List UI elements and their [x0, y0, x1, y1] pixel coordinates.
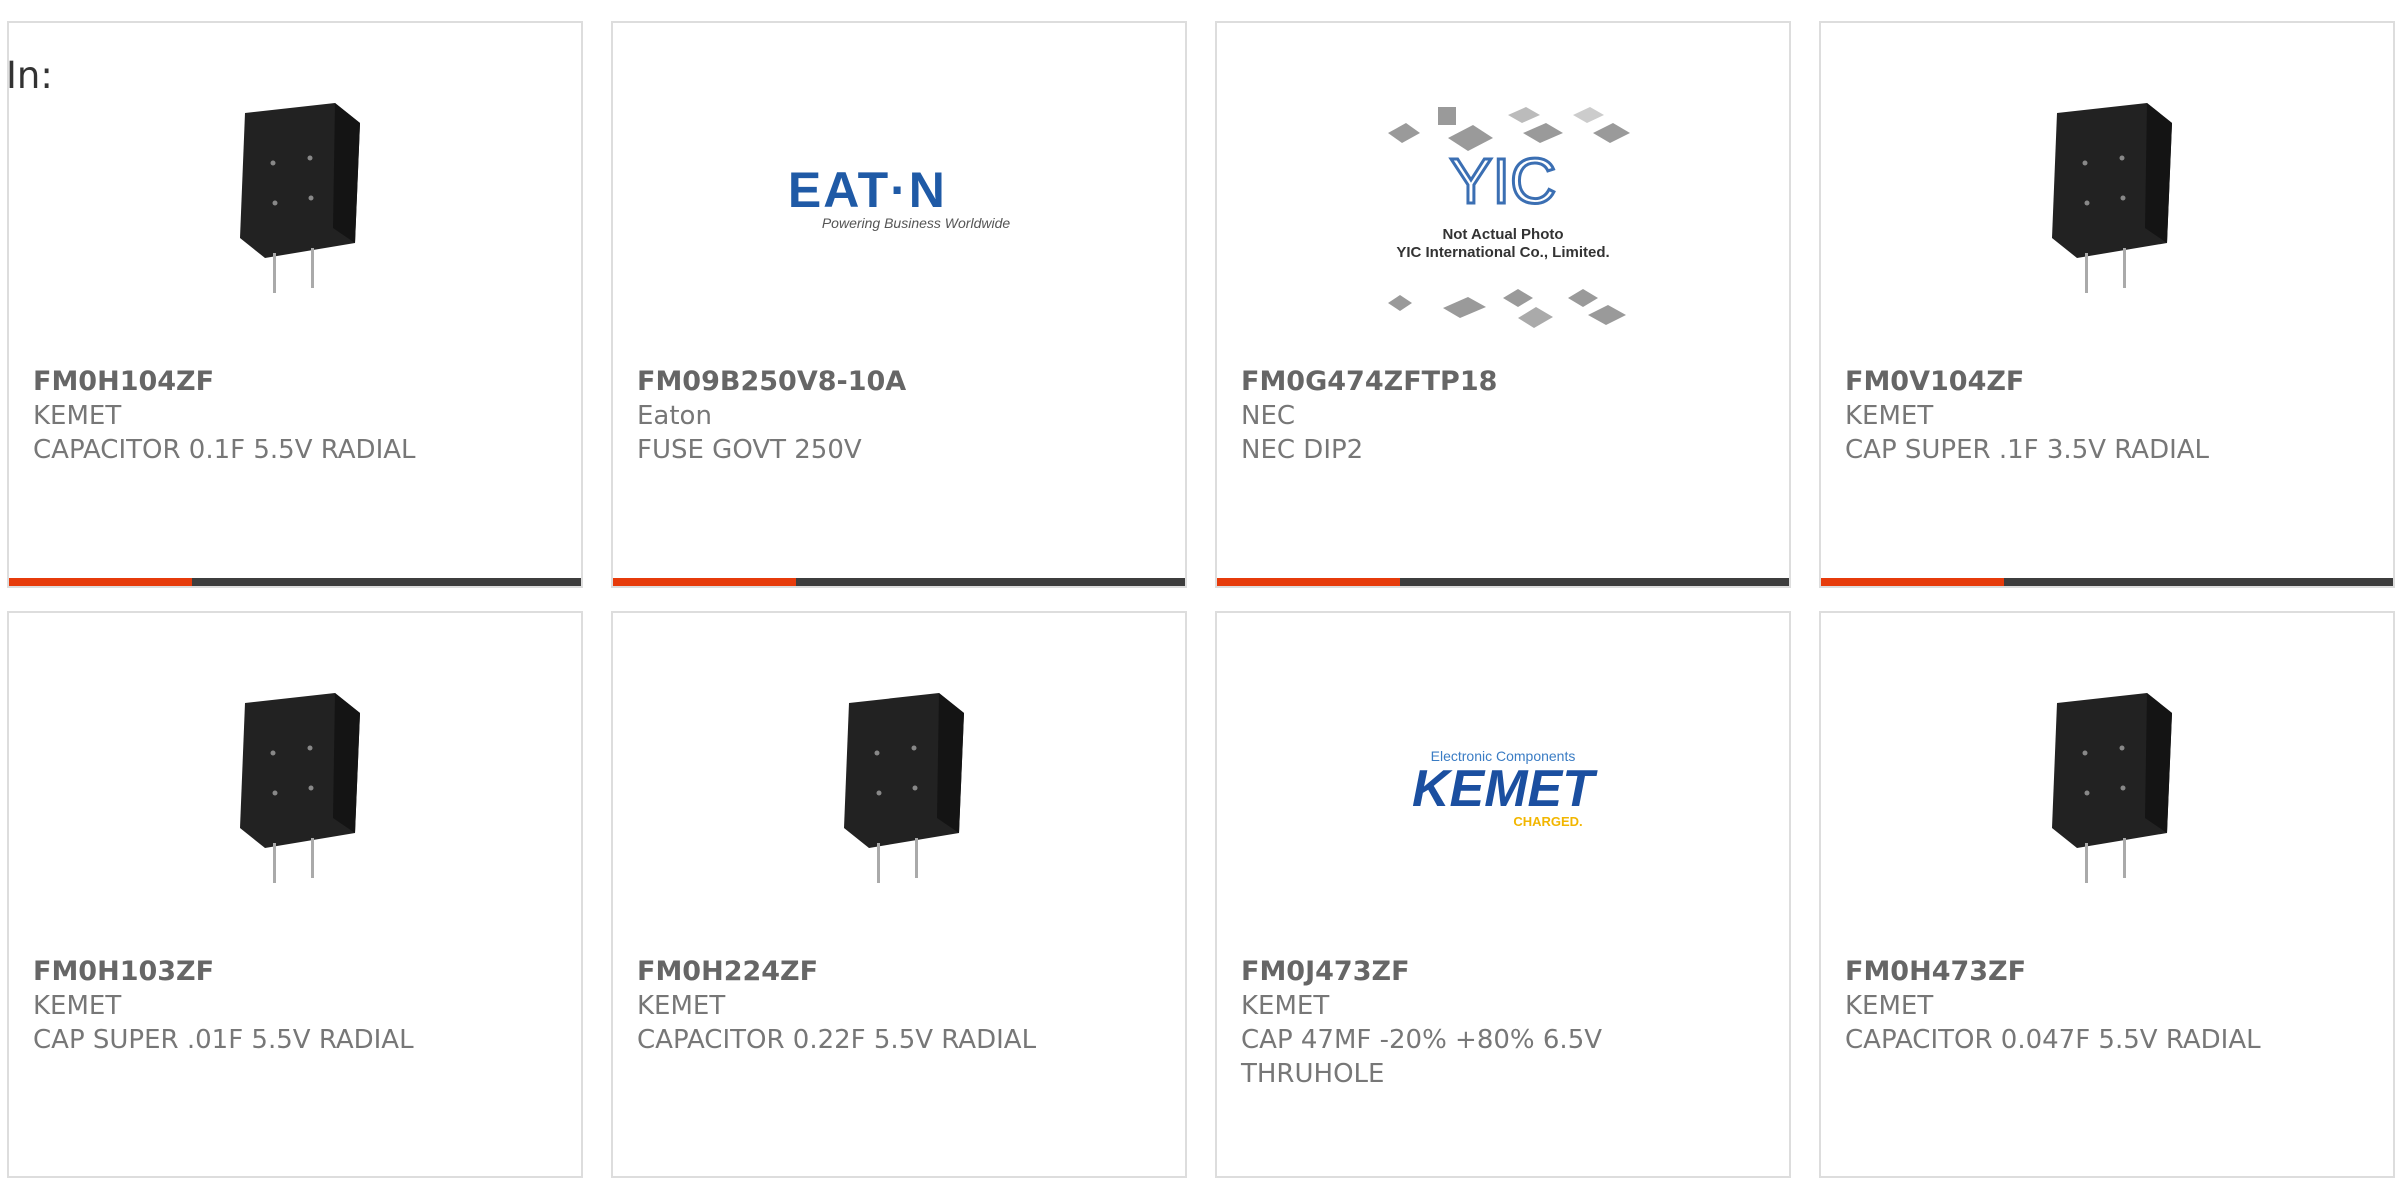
filter-label: In: [6, 54, 53, 97]
capacitor-image-icon [221, 97, 369, 297]
manufacturer: KEMET [1241, 991, 1330, 1021]
kemet-logo-icon: Electronic Components KEMET CHARGED. [1412, 748, 1594, 829]
description: CAPACITOR 0.1F 5.5V RADIAL [33, 435, 416, 465]
yic-placeholder-image-icon: YIC Not Actual Photo YIC International C… [1388, 107, 1630, 328]
card-bar [613, 578, 1185, 586]
part-number[interactable]: FM0G474ZFTP18 [1241, 365, 1769, 399]
product-image[interactable]: Electronic Components KEMET CHARGED. [1217, 663, 1789, 913]
manufacturer: Eaton [637, 401, 712, 431]
product-card[interactable]: FM0H104ZF KEMET CAPACITOR 0.1F 5.5V RADI… [7, 21, 583, 588]
product-card[interactable]: EAT·N Powering Business Worldwide FM09B2… [611, 21, 1187, 588]
part-number[interactable]: FM0H104ZF [33, 365, 561, 399]
manufacturer: KEMET [1845, 401, 1934, 431]
part-number[interactable]: FM0H473ZF [1845, 955, 2373, 989]
description: CAP 47MF -20% +80% 6.5V THRUHOLE [1241, 1025, 1603, 1089]
product-card[interactable]: Electronic Components KEMET CHARGED. FM0… [1215, 611, 1791, 1178]
product-image[interactable]: EAT·N Powering Business Worldwide [613, 73, 1185, 323]
description: CAP SUPER .1F 3.5V RADIAL [1845, 435, 2210, 465]
kemet-logo-text: KEMET [1412, 759, 1594, 818]
part-number[interactable]: FM0V104ZF [1845, 365, 2373, 399]
part-number[interactable]: FM0H224ZF [637, 955, 1165, 989]
yic-note-line1: Not Actual Photo [1442, 226, 1563, 243]
product-image[interactable] [1821, 73, 2393, 323]
product-card[interactable]: FM0H473ZF KEMET CAPACITOR 0.047F 5.5V RA… [1819, 611, 2395, 1178]
yic-logo-text: YIC [1450, 145, 1557, 217]
capacitor-image-icon [2033, 97, 2181, 297]
product-grid: FM0H104ZF KEMET CAPACITOR 0.1F 5.5V RADI… [0, 0, 2400, 1178]
product-image[interactable] [9, 73, 581, 323]
product-card[interactable]: FM0V104ZF KEMET CAP SUPER .1F 3.5V RADIA… [1819, 21, 2395, 588]
product-card[interactable]: YIC Not Actual Photo YIC International C… [1215, 21, 1791, 588]
part-number[interactable]: FM09B250V8-10A [637, 365, 1165, 399]
kemet-logo-bottom: CHARGED. [1513, 813, 1583, 829]
manufacturer: KEMET [1845, 991, 1934, 1021]
eaton-logo-icon: EAT·N Powering Business Worldwide [788, 165, 1010, 231]
description: NEC DIP2 [1241, 435, 1364, 465]
manufacturer: KEMET [33, 991, 122, 1021]
manufacturer: KEMET [637, 991, 726, 1021]
card-bar [9, 578, 581, 586]
product-image[interactable] [9, 663, 581, 913]
manufacturer: NEC [1241, 401, 1296, 431]
description: FUSE GOVT 250V [637, 435, 862, 465]
part-number[interactable]: FM0H103ZF [33, 955, 561, 989]
product-image[interactable]: YIC Not Actual Photo YIC International C… [1217, 103, 1789, 343]
capacitor-image-icon [2033, 687, 2181, 887]
capacitor-image-icon [825, 687, 973, 887]
product-card[interactable]: FM0H224ZF KEMET CAPACITOR 0.22F 5.5V RAD… [611, 611, 1187, 1178]
product-image[interactable] [613, 663, 1185, 913]
card-bar [1217, 578, 1789, 586]
eaton-tagline: Powering Business Worldwide [821, 215, 1011, 231]
description: CAPACITOR 0.047F 5.5V RADIAL [1845, 1025, 2261, 1055]
description: CAP SUPER .01F 5.5V RADIAL [33, 1025, 414, 1055]
capacitor-image-icon [221, 687, 369, 887]
part-number[interactable]: FM0J473ZF [1241, 955, 1769, 989]
eaton-logo-text: EAT·N [787, 162, 947, 218]
description: CAPACITOR 0.22F 5.5V RADIAL [637, 1025, 1037, 1055]
product-card[interactable]: FM0H103ZF KEMET CAP SUPER .01F 5.5V RADI… [7, 611, 583, 1178]
product-image[interactable] [1821, 663, 2393, 913]
yic-note-line2: YIC International Co., Limited. [1396, 244, 1609, 261]
card-bar [1821, 578, 2393, 586]
manufacturer: KEMET [33, 401, 122, 431]
